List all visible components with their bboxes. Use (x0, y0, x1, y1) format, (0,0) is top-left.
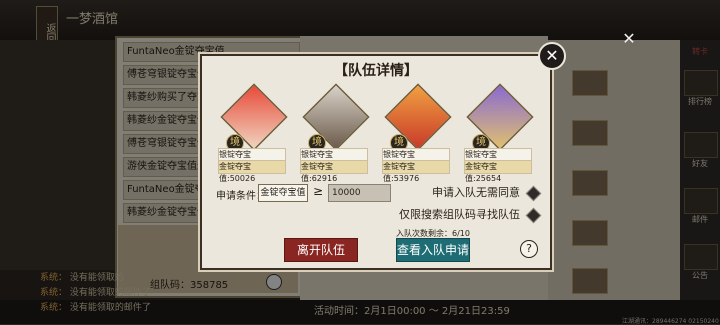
team-member-card[interactable]: 境 银锭夺宝值:221870 金锭夺宝值:62916 (300, 83, 370, 183)
team-member-card[interactable]: 境 银锭夺宝值:269320 金锭夺宝值:25654 (464, 83, 534, 183)
dialog-title: 【队伍详情】 (334, 63, 418, 79)
condition-select[interactable]: 金锭夺宝值 (258, 184, 308, 202)
leave-team-button[interactable]: 离开队伍 (284, 238, 358, 262)
close-icon[interactable]: ✕ (538, 42, 566, 70)
no-consent-toggle[interactable] (525, 185, 542, 202)
gold-stat: 金锭夺宝值:50026 (218, 160, 286, 183)
gold-stat: 金锭夺宝值:25654 (464, 160, 532, 183)
team-detail-dialog: 【队伍详情】 ✕ 境 银锭夺宝值:544740 金锭夺宝值:50026 境 银锭… (200, 42, 566, 270)
gold-stat: 金锭夺宝值:53976 (382, 160, 450, 183)
help-icon[interactable]: ? (520, 240, 538, 258)
code-only-toggle[interactable] (525, 207, 542, 224)
condition-value-input[interactable]: 10000 (328, 184, 391, 202)
option-code-only-label: 仅限搜索组队码寻找队伍 (399, 208, 520, 221)
option-no-consent-label: 申请入队无需同意 (432, 186, 520, 199)
gold-stat: 金锭夺宝值:62916 (300, 160, 368, 183)
team-member-card[interactable]: 境 银锭夺宝值:544740 金锭夺宝值:50026 (218, 83, 288, 183)
condition-operator: ≥ (313, 184, 324, 198)
view-applications-button[interactable]: 查看入队申请 (396, 238, 470, 262)
team-member-card[interactable]: 境 银锭夺宝值:260030 金锭夺宝值:53976 (382, 83, 452, 183)
close-icon[interactable]: ✕ (620, 30, 638, 48)
